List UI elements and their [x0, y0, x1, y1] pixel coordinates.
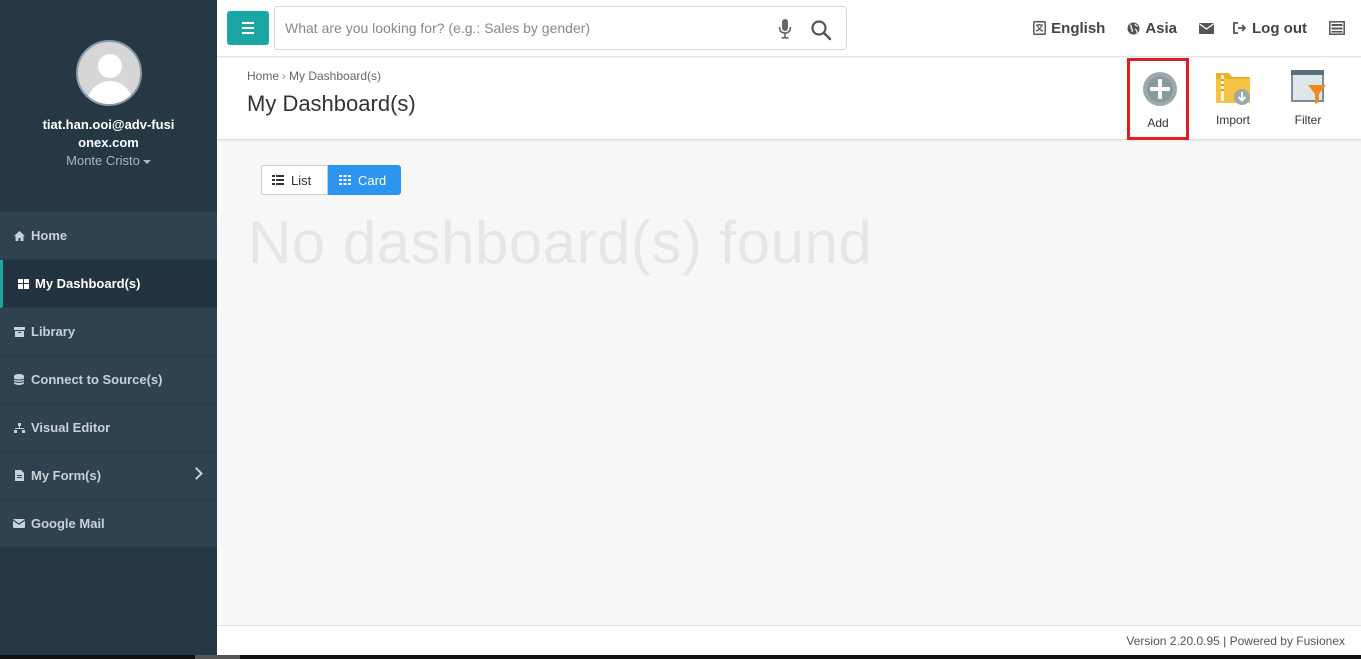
archive-icon [12, 326, 26, 338]
card-view-button[interactable]: Card [328, 165, 401, 195]
sidebar-item-label: My Form(s) [31, 468, 102, 483]
view-toggle: List Card [261, 165, 401, 195]
top-bar: English Asia Log out [217, 0, 1361, 57]
add-label: Add [1147, 116, 1169, 130]
microphone-icon[interactable] [778, 19, 792, 39]
taskbar-strip [0, 655, 1361, 659]
logout-label: Log out [1252, 19, 1307, 37]
import-label: Import [1215, 113, 1250, 127]
add-button[interactable]: Add [1127, 58, 1189, 140]
user-menu-toggle[interactable]: Monte Cristo [0, 153, 217, 168]
logout-link[interactable]: Log out [1233, 20, 1307, 37]
language-selector[interactable]: English [1033, 20, 1105, 37]
list-view-label: List [291, 172, 312, 188]
sidebar-item-label: Library [31, 324, 76, 339]
database-icon [12, 374, 26, 386]
top-right-nav: English Asia Log out [1033, 0, 1361, 56]
envelope-icon[interactable] [1199, 22, 1215, 34]
sidebar-item-label: Connect to Source(s) [31, 372, 163, 387]
dashboard-icon [16, 278, 30, 290]
chevron-right-icon [190, 467, 203, 480]
breadcrumb-separator: › [282, 69, 287, 83]
list-view-button[interactable]: List [261, 165, 328, 195]
sidebar-item-connect-sources[interactable]: Connect to Source(s) [0, 356, 217, 404]
breadcrumb: Home › My Dashboard(s) [247, 69, 381, 83]
sidebar-item-my-dashboards[interactable]: My Dashboard(s) [0, 260, 217, 308]
breadcrumb-home[interactable]: Home [247, 69, 279, 83]
filter-icon [1291, 70, 1326, 104]
grid-icon [339, 175, 351, 185]
plus-circle-icon [1143, 72, 1177, 106]
sidebar-menu: Home My Dashboard(s) Library Connect to … [0, 212, 217, 548]
language-icon [1033, 21, 1047, 35]
sidebar-item-label: Google Mail [31, 516, 105, 531]
language-label: English [1051, 19, 1106, 37]
sidebar-item-label: Home [31, 228, 68, 243]
version-text: Version 2.20.0.95 | Powered by Fusionex [1126, 634, 1345, 648]
layout-toggle-icon[interactable] [1329, 21, 1345, 35]
sidebar-item-visual-editor[interactable]: Visual Editor [0, 404, 217, 452]
avatar[interactable] [75, 40, 142, 106]
search-icon[interactable] [810, 19, 832, 41]
sidebar-item-label: My Dashboard(s) [35, 276, 141, 291]
breadcrumb-current: My Dashboard(s) [289, 69, 382, 83]
import-button[interactable]: Import [1202, 58, 1264, 140]
filter-label: Filter [1294, 113, 1322, 127]
filter-button[interactable]: Filter [1277, 58, 1339, 140]
region-selector[interactable]: Asia [1127, 20, 1177, 37]
sidebar-item-library[interactable]: Library [0, 308, 217, 356]
username: Monte Cristo [66, 153, 140, 168]
footer: Version 2.20.0.95 | Powered by Fusionex [217, 625, 1361, 655]
import-folder-icon [1216, 73, 1250, 105]
file-icon [12, 470, 26, 482]
card-view-label: Card [358, 172, 387, 188]
sidebar-item-home[interactable]: Home [0, 212, 217, 260]
sign-out-icon [1233, 22, 1247, 34]
sidebar: tiat.han.ooi@adv-fusionex.com Monte Cris… [0, 0, 217, 655]
sidebar-item-google-mail[interactable]: Google Mail [0, 500, 217, 548]
search-box [274, 6, 847, 50]
region-label: Asia [1145, 19, 1178, 37]
sidebar-item-label: Visual Editor [31, 420, 111, 435]
profile-section: tiat.han.ooi@adv-fusionex.com Monte Cris… [0, 0, 217, 212]
user-email: tiat.han.ooi@adv-fusionex.com [42, 117, 175, 150]
envelope-icon [12, 518, 26, 530]
globe-icon [1127, 22, 1140, 34]
sitemap-icon [12, 422, 26, 434]
menu-toggle-button[interactable] [227, 11, 269, 45]
caret-down-icon [142, 159, 151, 164]
search-input[interactable] [275, 7, 755, 49]
empty-state-message: No dashboard(s) found [248, 209, 873, 276]
list-icon [272, 175, 284, 185]
sidebar-item-my-forms[interactable]: My Form(s) [0, 452, 217, 500]
page-header: Home › My Dashboard(s) My Dashboard(s) Add… [217, 58, 1361, 140]
page-title: My Dashboard(s) [247, 91, 416, 116]
home-icon [12, 230, 26, 242]
